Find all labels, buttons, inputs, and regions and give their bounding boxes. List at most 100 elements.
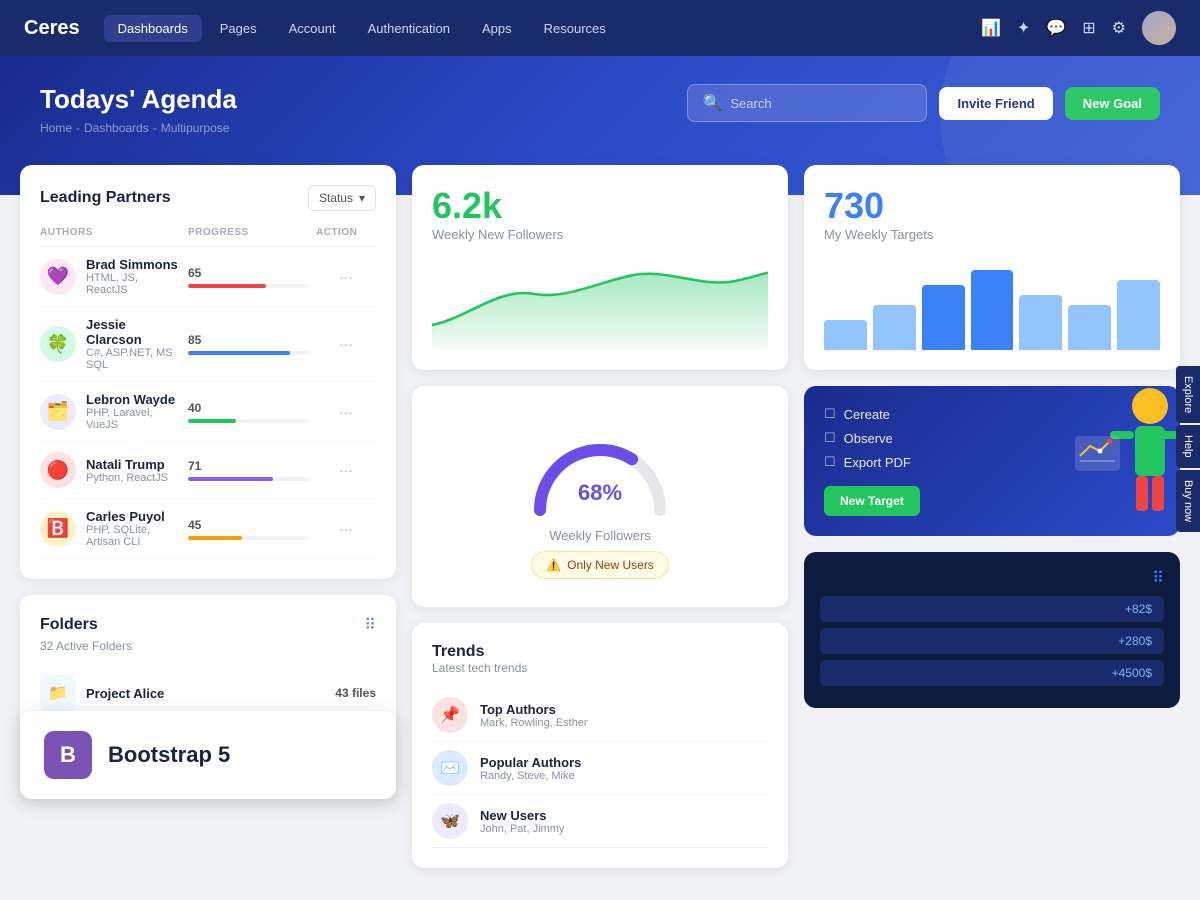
trend-info: Top Authors Mark, Rowling, Esther bbox=[480, 702, 588, 729]
new-goal-button[interactable]: New Goal bbox=[1065, 87, 1160, 120]
checkbox-icon: ☐ bbox=[824, 430, 836, 446]
followers-label: Weekly New Followers bbox=[432, 227, 768, 242]
author-tech: Python, ReactJS bbox=[86, 472, 168, 484]
nav-apps[interactable]: Apps bbox=[468, 15, 526, 42]
author-info: 🍀 Jessie Clarcson C#, ASP.NET, MS SQL bbox=[40, 317, 180, 371]
avatar[interactable] bbox=[1142, 11, 1176, 45]
breadcrumb: Home - Dashboards - Multipurpose bbox=[40, 121, 1160, 135]
breadcrumb-dashboards[interactable]: Dashboards bbox=[84, 121, 149, 135]
list-item: 🦋 New Users John, Pat, Jimmy bbox=[432, 795, 768, 848]
side-labels: Explore Help Buy now bbox=[1176, 366, 1200, 534]
author-details: Brad Simmons HTML, JS, ReactJS bbox=[86, 257, 180, 296]
action-button[interactable]: ··· bbox=[316, 404, 376, 420]
folders-header: Folders ⠿ bbox=[40, 615, 376, 635]
folder-name: Project Alice bbox=[86, 686, 164, 701]
explore-label[interactable]: Explore bbox=[1176, 366, 1200, 423]
nav-pages[interactable]: Pages bbox=[206, 15, 271, 42]
main-content: Leading Partners Status ▾ AUTHORS PROGRE… bbox=[0, 165, 1200, 888]
progress-label: 71 bbox=[188, 459, 308, 473]
search-box[interactable]: 🔍 bbox=[687, 84, 927, 122]
author-details: Jessie Clarcson C#, ASP.NET, MS SQL bbox=[86, 317, 180, 371]
sparkle-icon[interactable]: ✦ bbox=[1017, 18, 1030, 38]
nav-authentication[interactable]: Authentication bbox=[354, 15, 464, 42]
breadcrumb-home[interactable]: Home bbox=[40, 121, 72, 135]
leading-partners-card: Leading Partners Status ▾ AUTHORS PROGRE… bbox=[20, 165, 396, 579]
navbar: Ceres Dashboards Pages Account Authentic… bbox=[0, 0, 1200, 56]
nav-dashboards[interactable]: Dashboards bbox=[104, 15, 202, 42]
table-row: 💜 Brad Simmons HTML, JS, ReactJS 65 ··· bbox=[40, 247, 376, 307]
action-button[interactable]: ··· bbox=[316, 521, 376, 537]
checkbox-icon: ☐ bbox=[824, 406, 836, 422]
item-label: Observe bbox=[844, 431, 893, 446]
table-row: 🅱️ Carles Puyol PHP, SQLite, Artisan CLI… bbox=[40, 499, 376, 559]
author-tech: HTML, JS, ReactJS bbox=[86, 272, 180, 296]
progress-bar bbox=[188, 477, 308, 481]
author-details: Natali Trump Python, ReactJS bbox=[86, 457, 168, 484]
bootstrap-icon: B bbox=[44, 731, 92, 779]
trend-desc: Randy, Steve, Mike bbox=[480, 770, 581, 782]
message-icon[interactable]: 💬 bbox=[1046, 18, 1066, 38]
nav-resources[interactable]: Resources bbox=[530, 15, 620, 42]
dots-icon: ⠿ bbox=[1152, 570, 1164, 587]
status-dropdown[interactable]: Status ▾ bbox=[308, 185, 376, 211]
breadcrumb-multipurpose[interactable]: Multipurpose bbox=[161, 121, 230, 135]
target-figure bbox=[1070, 386, 1180, 536]
gauge-container: 68% Weekly Followers ⚠️ Only New Users bbox=[432, 406, 768, 587]
table-row: 🗂️ Lebron Wayde PHP, Laravel, VueJS 40 ·… bbox=[40, 382, 376, 442]
followers-number: 6.2k bbox=[432, 185, 768, 227]
bar-item bbox=[971, 270, 1014, 350]
progress-label: 65 bbox=[188, 266, 308, 280]
right-column: 730 My Weekly Targets ☐ Cereate ☐ bbox=[804, 165, 1180, 868]
table-row: 🔴 Natali Trump Python, ReactJS 71 ··· bbox=[40, 442, 376, 499]
brand[interactable]: Ceres bbox=[24, 17, 80, 40]
progress-container: 65 bbox=[188, 266, 308, 288]
search-input[interactable] bbox=[730, 96, 912, 111]
progress-bar bbox=[188, 536, 308, 540]
progress-fill bbox=[188, 419, 236, 423]
chart-icon[interactable]: 📊 bbox=[981, 18, 1001, 38]
folder-file-count: 43 files bbox=[335, 686, 376, 700]
targets-card: 730 My Weekly Targets bbox=[804, 165, 1180, 370]
folder-icon: 📁 bbox=[40, 675, 76, 711]
table-header: AUTHORS PROGRESS ACTION bbox=[40, 227, 376, 247]
action-button[interactable]: ··· bbox=[316, 336, 376, 352]
progress-container: 85 bbox=[188, 333, 308, 355]
author-details: Lebron Wayde PHP, Laravel, VueJS bbox=[86, 392, 180, 431]
bar-item bbox=[824, 320, 867, 350]
settings-icon[interactable]: ⚙ bbox=[1112, 18, 1126, 38]
card-header: Leading Partners Status ▾ bbox=[40, 185, 376, 211]
col-authors: AUTHORS bbox=[40, 227, 180, 238]
buy-now-label[interactable]: Buy now bbox=[1176, 470, 1200, 532]
trend-icon: ✉️ bbox=[432, 750, 468, 786]
avatar-image bbox=[1142, 11, 1176, 45]
badge-item: +280$ bbox=[820, 628, 1164, 654]
action-button[interactable]: ··· bbox=[316, 462, 376, 478]
col-progress: PROGRESS bbox=[188, 227, 308, 238]
more-options-icon[interactable]: ⠿ bbox=[364, 615, 376, 635]
trend-icon: 🦋 bbox=[432, 803, 468, 839]
avatar: 🗂️ bbox=[40, 394, 76, 430]
author-info: 🅱️ Carles Puyol PHP, SQLite, Artisan CLI bbox=[40, 509, 180, 548]
middle-column: 6.2k Weekly New Followers bbox=[412, 165, 788, 868]
dark-panel: ⠿ +82$ +280$ +4500$ bbox=[804, 552, 1180, 708]
badge-text: Only New Users bbox=[567, 558, 654, 572]
progress-fill bbox=[188, 536, 242, 540]
trend-info: Popular Authors Randy, Steve, Mike bbox=[480, 755, 581, 782]
new-target-button[interactable]: New Target bbox=[824, 486, 920, 516]
folder-details: Project Alice bbox=[86, 686, 164, 701]
grid-icon[interactable]: ⊞ bbox=[1082, 18, 1095, 38]
trends-title: Trends bbox=[432, 643, 768, 661]
trend-name: Popular Authors bbox=[480, 755, 581, 770]
navbar-icons: 📊 ✦ 💬 ⊞ ⚙ bbox=[981, 11, 1176, 45]
bar-chart bbox=[824, 250, 1160, 350]
action-button[interactable]: ··· bbox=[316, 269, 376, 285]
progress-container: 71 bbox=[188, 459, 308, 481]
nav-account[interactable]: Account bbox=[275, 15, 350, 42]
trend-name: New Users bbox=[480, 808, 564, 823]
left-column: Leading Partners Status ▾ AUTHORS PROGRE… bbox=[20, 165, 396, 868]
folders-card: Folders ⠿ 32 Active Folders 📁 Project Al… bbox=[20, 595, 396, 799]
col-action: ACTION bbox=[316, 227, 376, 238]
followers-chart-svg bbox=[432, 250, 768, 350]
invite-friend-button[interactable]: Invite Friend bbox=[939, 87, 1052, 120]
help-label[interactable]: Help bbox=[1176, 425, 1200, 468]
